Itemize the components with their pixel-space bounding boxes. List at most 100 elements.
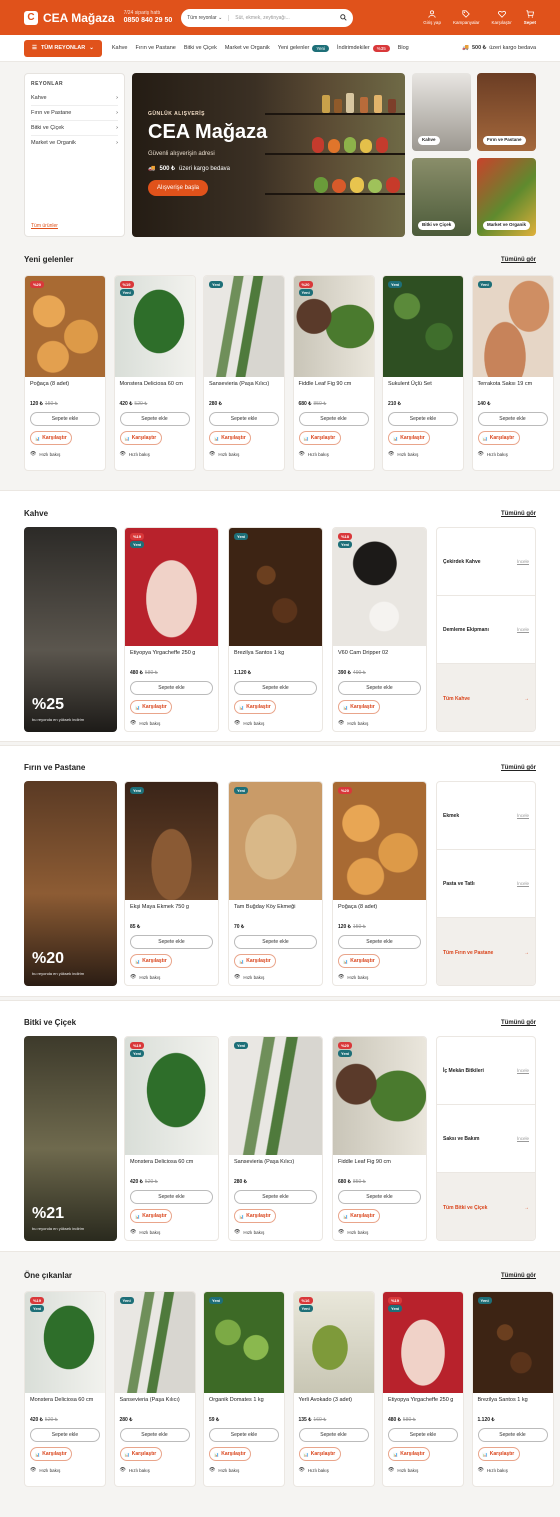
- product-image[interactable]: %18 Yeni: [333, 528, 426, 646]
- product-card[interactable]: Yeni Sansevieria (Paşa Kılıcı) 280 ₺ Sepete…: [203, 275, 285, 471]
- product-card[interactable]: %18 Yeni V60 Cam Dripper 02 390 ₺ 490 ₺ Sepet…: [332, 527, 427, 732]
- product-image[interactable]: Yeni: [114, 1292, 195, 1393]
- compare-button[interactable]: 📊 Karşılaştır: [388, 1447, 430, 1461]
- compare-button[interactable]: 📊 Karşılaştır: [130, 1209, 172, 1223]
- product-name[interactable]: Poğaça (8 adet): [25, 377, 105, 399]
- product-card[interactable]: %19 Yeni Etiyopya Yirgacheffe 250 g 480 ₺ 58…: [382, 1291, 464, 1487]
- quick-view-link[interactable]: 👁 Hızlı bakış: [388, 451, 458, 457]
- product-image[interactable]: Yeni: [204, 276, 284, 377]
- product-name[interactable]: Etiyopya Yirgacheffe 250 g: [125, 646, 218, 668]
- add-to-cart-button[interactable]: Sepete ekle: [338, 1190, 421, 1204]
- add-to-cart-button[interactable]: Sepete ekle: [298, 412, 369, 426]
- product-name[interactable]: Ekşi Maya Ekmek 750 g: [125, 900, 218, 922]
- nav-link-market[interactable]: Market ve Organik: [225, 45, 270, 51]
- product-name[interactable]: V60 Cam Dripper 02: [333, 646, 426, 668]
- promo-bakery[interactable]: %20 bu reyonda en yüksek indirim: [24, 781, 117, 986]
- product-card[interactable]: %19 Yeni Etiyopya Yirgacheffe 250 g 480 ₺ 58…: [124, 527, 219, 732]
- all-departments-button[interactable]: ☰ TÜM REYONLAR ⌄: [24, 39, 102, 57]
- add-to-cart-button[interactable]: Sepete ekle: [234, 1190, 317, 1204]
- quick-view-link[interactable]: 👁 Hızlı bakış: [120, 1467, 190, 1473]
- add-to-cart-button[interactable]: Sepete ekle: [388, 412, 458, 426]
- promo-plants[interactable]: %21 bu reyonda en yüksek indirim: [24, 1036, 117, 1241]
- compare-button[interactable]: 📊 Karşılaştır: [338, 1209, 380, 1223]
- see-all-bakery[interactable]: Tümünü gör: [501, 765, 536, 771]
- product-card[interactable]: Yeni Brezilya Santos 1 kg 1.120 ₺ Sepete ek…: [228, 527, 323, 732]
- compare-button[interactable]: 📊 Karşılaştır: [298, 1447, 341, 1461]
- add-to-cart-button[interactable]: Sepete ekle: [338, 935, 421, 949]
- logo[interactable]: C CEA Mağaza: [24, 10, 115, 25]
- subcat-item[interactable]: Ekmek İncele: [437, 782, 535, 850]
- product-name[interactable]: Monstera Deliciosa 60 cm: [115, 377, 195, 399]
- product-image[interactable]: Yeni: [204, 1292, 284, 1393]
- compare-button[interactable]: 📊 Karşılaştır: [30, 431, 72, 445]
- hero-tile-bakery[interactable]: Fırın ve Pastane: [477, 73, 536, 151]
- quick-view-link[interactable]: 👁 Hızlı bakış: [130, 1229, 213, 1235]
- compare-button[interactable]: 📊 Karşılaştır: [298, 431, 341, 445]
- compare-button[interactable]: 📊 Karşılaştır: [119, 431, 162, 445]
- product-image[interactable]: %20 Yeni: [293, 276, 374, 377]
- product-card[interactable]: Yeni Ekşi Maya Ekmek 750 g 85 ₺ Sepete ekle…: [124, 781, 219, 986]
- add-to-cart-button[interactable]: Sepete ekle: [209, 1428, 279, 1442]
- product-name[interactable]: Fiddle Leaf Fig 90 cm: [333, 1155, 426, 1177]
- product-card[interactable]: Yeni Sukulent Üçlü Set 210 ₺ Sepete ekle 📊 Ka…: [382, 275, 464, 471]
- nav-link-discounts[interactable]: İndirimdekiler %35: [337, 44, 390, 52]
- hero-tile-coffee[interactable]: Kahve: [412, 73, 471, 151]
- product-name[interactable]: Etiyopya Yirgacheffe 250 g: [383, 1393, 463, 1415]
- add-to-cart-button[interactable]: Sepete ekle: [477, 412, 548, 426]
- quick-view-link[interactable]: 👁 Hızlı bakış: [338, 1229, 421, 1235]
- compare-button[interactable]: 📊 Karşılaştır: [130, 954, 172, 968]
- quick-view-link[interactable]: 👁 Hızlı bakış: [130, 720, 213, 726]
- quick-view-link[interactable]: 👁 Hızlı bakış: [299, 451, 369, 457]
- product-image[interactable]: Yeni: [472, 276, 553, 377]
- product-image[interactable]: %20: [333, 782, 426, 900]
- add-to-cart-button[interactable]: Sepete ekle: [30, 412, 100, 426]
- product-name[interactable]: Tam Buğday Köy Ekmeği: [229, 900, 322, 922]
- subcat-item[interactable]: Saksı ve Bakım İncele: [437, 1105, 535, 1173]
- product-card[interactable]: Yeni Brezilya Santos 1 kg 1.120 ₺ Sepete ek…: [471, 1291, 554, 1487]
- compare-button[interactable]: 📊 Karşılaştır: [130, 700, 172, 714]
- product-card[interactable]: %20 Yeni Fiddle Leaf Fig 90 cm 680 ₺ 850 ₺ Se…: [292, 275, 375, 471]
- product-image[interactable]: %20: [25, 276, 105, 377]
- product-image[interactable]: %20 Yeni: [333, 1037, 426, 1155]
- product-card[interactable]: %19 Yeni Monstera Deliciosa 60 cm 420 ₺ 520 …: [113, 275, 196, 471]
- compare-button[interactable]: 📊 Karşılaştır: [209, 431, 251, 445]
- add-to-cart-button[interactable]: Sepete ekle: [298, 1428, 369, 1442]
- add-to-cart-button[interactable]: Sepete ekle: [388, 1428, 458, 1442]
- product-name[interactable]: Sansevieria (Paşa Kılıcı): [115, 1393, 195, 1415]
- sidebar-item-coffee[interactable]: Kahve ›: [31, 91, 118, 106]
- product-image[interactable]: Yeni: [125, 782, 218, 900]
- sidebar-item-bakery[interactable]: Fırın ve Pastane ›: [31, 106, 118, 121]
- quick-view-link[interactable]: 👁 Hızlı bakış: [30, 1467, 100, 1473]
- quick-view-link[interactable]: 👁 Hızlı bakış: [30, 451, 100, 457]
- see-all-featured[interactable]: Tümünü gör: [501, 1273, 536, 1279]
- quick-view-link[interactable]: 👁 Hızlı bakış: [388, 1467, 458, 1473]
- subcat-all-coffee[interactable]: Tüm Kahve →: [437, 664, 535, 731]
- quick-view-link[interactable]: 👁 Hızlı bakış: [209, 1467, 279, 1473]
- product-image[interactable]: %19 Yeni: [125, 1037, 218, 1155]
- add-to-cart-button[interactable]: Sepete ekle: [338, 681, 421, 695]
- add-to-cart-button[interactable]: Sepete ekle: [119, 1428, 190, 1442]
- add-to-cart-button[interactable]: Sepete ekle: [234, 935, 317, 949]
- quick-view-link[interactable]: 👁 Hızlı bakış: [234, 720, 317, 726]
- subcat-item[interactable]: Çekirdek Kahve İncele: [437, 528, 535, 596]
- search-icon[interactable]: [340, 14, 347, 21]
- product-image[interactable]: Yeni: [383, 276, 463, 377]
- product-card[interactable]: %20 Yeni Fiddle Leaf Fig 90 cm 680 ₺ 850 ₺ Se…: [332, 1036, 427, 1241]
- quick-view-link[interactable]: 👁 Hızlı bakış: [299, 1467, 369, 1473]
- all-products-link[interactable]: Tüm ürünler: [31, 223, 58, 229]
- product-card[interactable]: %20 Poğaça (8 adet) 120 ₺ 150 ₺ Sepete ekle 📊…: [24, 275, 106, 471]
- add-to-cart-button[interactable]: Sepete ekle: [30, 1428, 100, 1442]
- see-all-plants[interactable]: Tümünü gör: [501, 1020, 536, 1026]
- product-image[interactable]: Yeni: [229, 782, 322, 900]
- subcat-all-plants[interactable]: Tüm Bitki ve Çiçek →: [437, 1173, 535, 1240]
- add-to-cart-button[interactable]: Sepete ekle: [209, 412, 279, 426]
- cart-button[interactable]: Sepet: [524, 10, 536, 25]
- product-card[interactable]: %20 Poğaça (8 adet) 120 ₺ 150 ₺ Sepete ekle 📊…: [332, 781, 427, 986]
- see-all-coffee[interactable]: Tümünü gör: [501, 511, 536, 517]
- compare-button[interactable]: 📊 Karşılaştır: [30, 1447, 72, 1461]
- product-name[interactable]: Monstera Deliciosa 60 cm: [25, 1393, 105, 1415]
- compare-button[interactable]: 📊 Karşılaştır: [338, 700, 380, 714]
- product-image[interactable]: Yeni: [472, 1292, 553, 1393]
- campaigns-button[interactable]: Kampanyalar: [453, 10, 479, 25]
- search-input[interactable]: Süt, ekmek, zeytinyağı...: [229, 15, 340, 21]
